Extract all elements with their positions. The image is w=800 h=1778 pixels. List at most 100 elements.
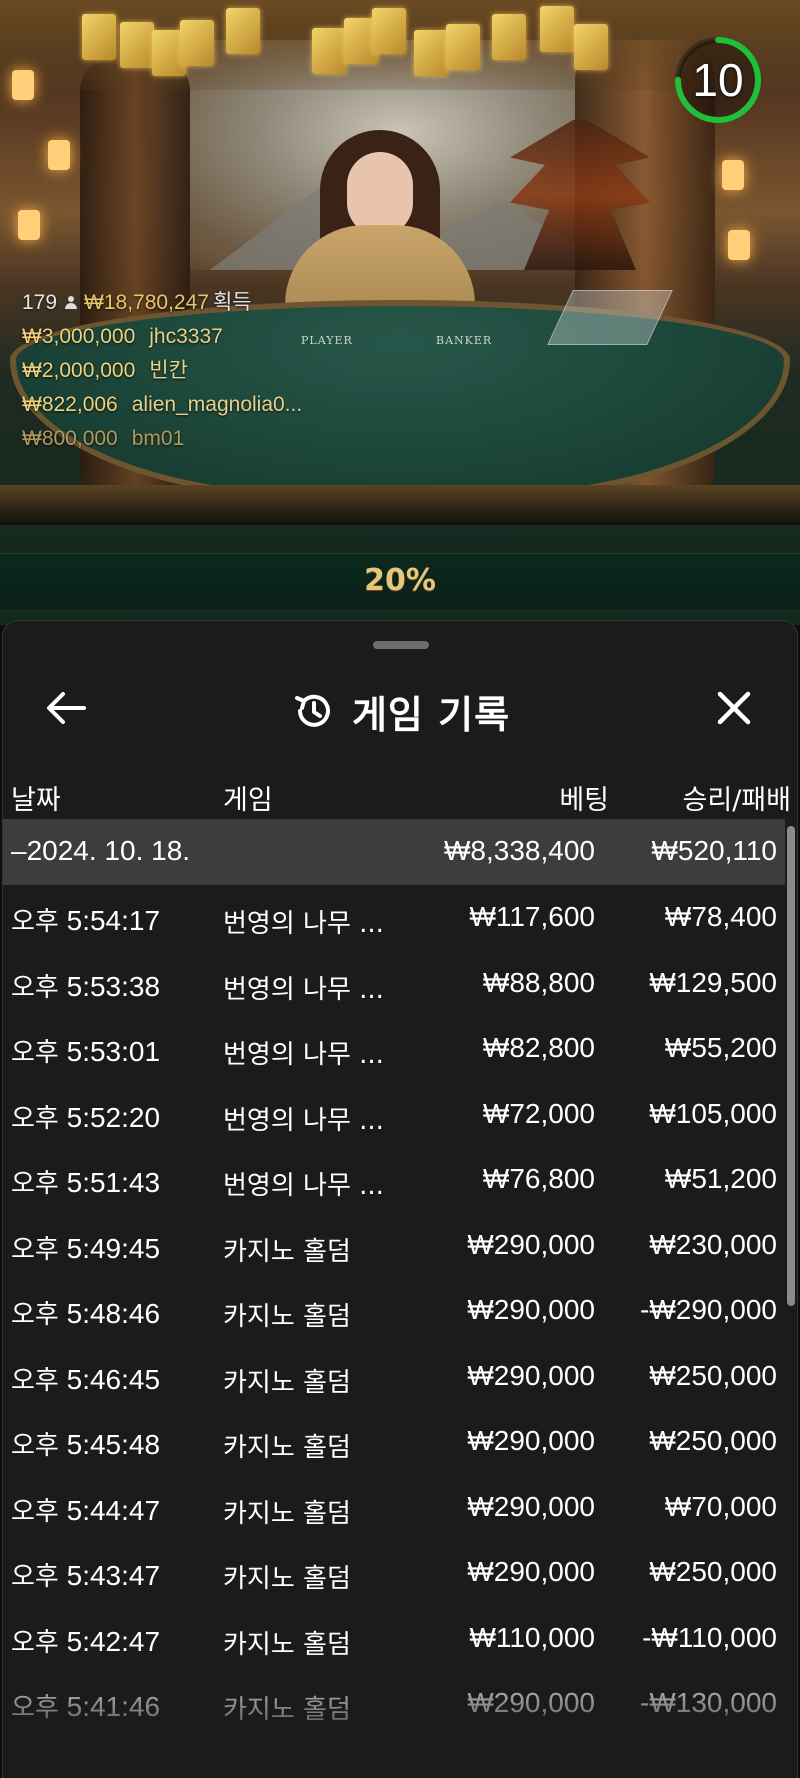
row-win-loss: ₩55,200 (664, 1032, 777, 1063)
row-time: 오후 5:52:20 (11, 1098, 160, 1135)
history-row[interactable]: 오후 5:43:47 카지노 홀덤 ₩290,000 ₩250,000 (3, 1540, 785, 1606)
column-header-bet: 베팅 (559, 785, 609, 816)
row-win-loss: ₩78,400 (664, 901, 777, 932)
row-ampm: 오후 (11, 1496, 59, 1527)
row-clock: 5:46:45 (66, 1363, 161, 1395)
row-game: 번영의 나무 ... (223, 909, 384, 939)
row-bet: ₩290,000 (467, 1556, 595, 1587)
game-history-sheet: 게임 기록 날짜 게임 베팅 승리/패배 –2024. 10. 18. ₩8,3… (2, 620, 798, 1778)
winner-name: bm01 (131, 427, 185, 450)
row-time: 오후 5:54:17 (11, 901, 160, 938)
row-clock: 5:53:01 (66, 1036, 161, 1067)
close-button[interactable] (709, 683, 759, 733)
row-ampm: 오후 (11, 1365, 59, 1396)
winners-count: 179 (22, 291, 58, 314)
row-game: 카지노 홀덤 (223, 1236, 351, 1267)
row-ampm: 오후 (11, 972, 59, 1003)
lantern (728, 230, 750, 260)
winner-row: ₩822,006 alien_magnolia0... (22, 388, 302, 422)
date-group-row[interactable]: –2024. 10. 18. ₩8,338,400 ₩520,110 (3, 819, 785, 885)
history-row[interactable]: 오후 5:44:47 카지노 홀덤 ₩290,000 ₩70,000 (3, 1475, 785, 1541)
winner-name: 빈칸 (149, 359, 188, 382)
winner-row: ₩2,000,000 빈칸 (22, 354, 302, 388)
hanging-card (574, 24, 608, 70)
table-label-banker: BANKER (436, 334, 493, 347)
row-time: 오후 5:53:01 (11, 1032, 160, 1069)
row-time: 오후 5:42:47 (11, 1622, 160, 1659)
history-row[interactable]: 오후 5:41:46 카지노 홀덤 ₩290,000 -₩130,000 (3, 1671, 785, 1737)
lantern (12, 70, 34, 100)
row-clock: 5:54:17 (66, 905, 161, 936)
row-win-loss: ₩250,000 (649, 1425, 777, 1456)
hanging-card (312, 28, 346, 74)
winner-amount: ₩3,000,000 (22, 325, 136, 348)
row-time: 오후 5:46:45 (11, 1360, 160, 1397)
row-bet: ₩290,000 (467, 1490, 595, 1522)
hanging-card (120, 22, 154, 68)
row-game: 번영의 나무 ... (223, 974, 384, 1005)
scrollbar[interactable] (787, 826, 795, 1306)
hanging-card (446, 24, 480, 70)
arrow-left-icon (47, 692, 86, 724)
sheet-header: 게임 기록 (3, 661, 797, 761)
row-bet: ₩72,000 (482, 1097, 595, 1129)
history-row[interactable]: 오후 5:42:47 카지노 홀덤 ₩110,000 -₩110,000 (3, 1606, 785, 1672)
row-time: 오후 5:51:43 (11, 1163, 160, 1200)
timer-value: 10 (692, 54, 744, 106)
history-row[interactable]: 오후 5:52:20 번영의 나무 ... ₩72,000 ₩105,000 (3, 1082, 785, 1148)
live-video-area: PLAYER BANKER 20% 10 179 ₩18,780,247 획득 … (0, 0, 800, 625)
table-rail (0, 485, 800, 525)
row-game: 번영의 나무 ... (223, 1040, 384, 1070)
sheet-title-group: 게임 기록 (3, 661, 797, 761)
row-time: 오후 5:53:38 (11, 967, 160, 1004)
row-game: 카지노 홀덤 (223, 1498, 351, 1529)
percent-banner: 20% (364, 563, 436, 598)
lantern (18, 210, 40, 240)
winners-summary: 179 ₩18,780,247 획득 (22, 286, 302, 320)
hanging-card (372, 8, 406, 54)
group-win-loss-total: ₩520,110 (651, 835, 777, 866)
row-win-loss: -₩290,000 (640, 1294, 777, 1325)
back-button[interactable] (41, 683, 91, 733)
winner-row: ₩800,000 bm01 (22, 422, 302, 456)
row-clock: 5:52:20 (66, 1101, 161, 1133)
row-win-loss: ₩70,000 (664, 1490, 777, 1522)
hanging-card (82, 14, 116, 60)
column-header-win-loss: 승리/패배 (682, 785, 791, 816)
history-row[interactable]: 오후 5:54:17 번영의 나무 ... ₩117,600 ₩78,400 (3, 885, 785, 951)
history-row[interactable]: 오후 5:49:45 카지노 홀덤 ₩290,000 ₩230,000 (3, 1213, 785, 1279)
row-win-loss: ₩250,000 (649, 1359, 777, 1391)
row-win-loss: ₩105,000 (649, 1097, 777, 1129)
history-row[interactable]: 오후 5:45:48 카지노 홀덤 ₩290,000 ₩250,000 (3, 1409, 785, 1475)
lantern (48, 140, 70, 170)
row-time: 오후 5:45:48 (11, 1425, 160, 1462)
row-ampm: 오후 (11, 1562, 59, 1592)
person-icon (65, 296, 78, 310)
row-game: 카지노 홀덤 (223, 1564, 351, 1594)
row-bet: ₩110,000 (469, 1621, 595, 1653)
history-row[interactable]: 오후 5:51:43 번영의 나무 ... ₩76,800 ₩51,200 (3, 1147, 785, 1213)
row-win-loss: -₩110,000 (642, 1621, 777, 1653)
row-clock: 5:48:46 (66, 1298, 161, 1329)
row-bet: ₩82,800 (482, 1032, 595, 1063)
row-time: 오후 5:48:46 (11, 1294, 160, 1331)
row-ampm: 오후 (11, 1234, 59, 1265)
hanging-card (226, 8, 260, 54)
row-bet: ₩88,800 (482, 966, 595, 998)
hanging-card (492, 14, 526, 60)
group-bet-total: ₩8,338,400 (444, 835, 595, 866)
sheet-drag-handle[interactable] (373, 641, 429, 649)
history-row[interactable]: 오후 5:48:46 카지노 홀덤 ₩290,000 -₩290,000 (3, 1278, 785, 1344)
row-clock: 5:51:43 (66, 1167, 161, 1198)
row-bet: ₩117,600 (469, 901, 595, 932)
history-row[interactable]: 오후 5:53:01 번영의 나무 ... ₩82,800 ₩55,200 (3, 1016, 785, 1082)
row-ampm: 오후 (11, 1431, 59, 1461)
row-win-loss: ₩51,200 (664, 1163, 777, 1194)
row-clock: 5:41:46 (66, 1691, 161, 1722)
history-table-header: 날짜 게임 베팅 승리/패배 (3, 766, 797, 816)
row-clock: 5:49:45 (66, 1232, 161, 1264)
group-date: –2024. 10. 18. (11, 835, 191, 866)
sheet-title: 게임 기록 (351, 692, 511, 737)
history-row[interactable]: 오후 5:46:45 카지노 홀덤 ₩290,000 ₩250,000 (3, 1344, 785, 1410)
history-row[interactable]: 오후 5:53:38 번영의 나무 ... ₩88,800 ₩129,500 (3, 951, 785, 1017)
